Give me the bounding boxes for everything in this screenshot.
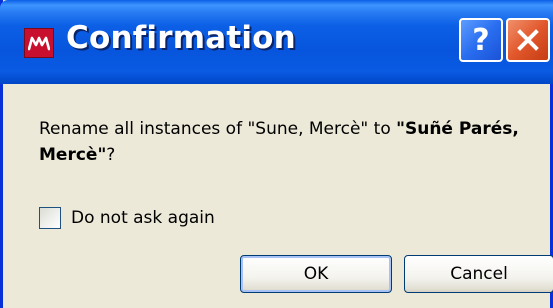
do-not-ask-again-label[interactable]: Do not ask again <box>71 208 215 228</box>
ok-button-label: OK <box>303 264 329 284</box>
app-logo-icon <box>24 28 54 58</box>
close-icon <box>517 29 539 51</box>
window-title: Confirmation <box>66 20 296 56</box>
cancel-button-label: Cancel <box>450 264 508 284</box>
help-button[interactable]: ? <box>459 18 503 62</box>
confirmation-dialog: Confirmation ? Rename all instances of "… <box>0 0 553 308</box>
title-bar[interactable]: Confirmation ? <box>0 0 553 84</box>
close-button[interactable] <box>506 18 550 62</box>
confirmation-message: Rename all instances of "Sune, Mercè" to… <box>39 116 529 168</box>
help-icon: ? <box>472 22 490 58</box>
message-prefix: Rename all instances of "Sune, Mercè" to <box>39 119 397 139</box>
ok-button[interactable]: OK <box>240 255 392 293</box>
message-suffix: ? <box>106 145 116 165</box>
cancel-button[interactable]: Cancel <box>404 255 553 293</box>
do-not-ask-again-checkbox[interactable] <box>39 207 61 229</box>
do-not-ask-again-row[interactable]: Do not ask again <box>39 207 215 229</box>
